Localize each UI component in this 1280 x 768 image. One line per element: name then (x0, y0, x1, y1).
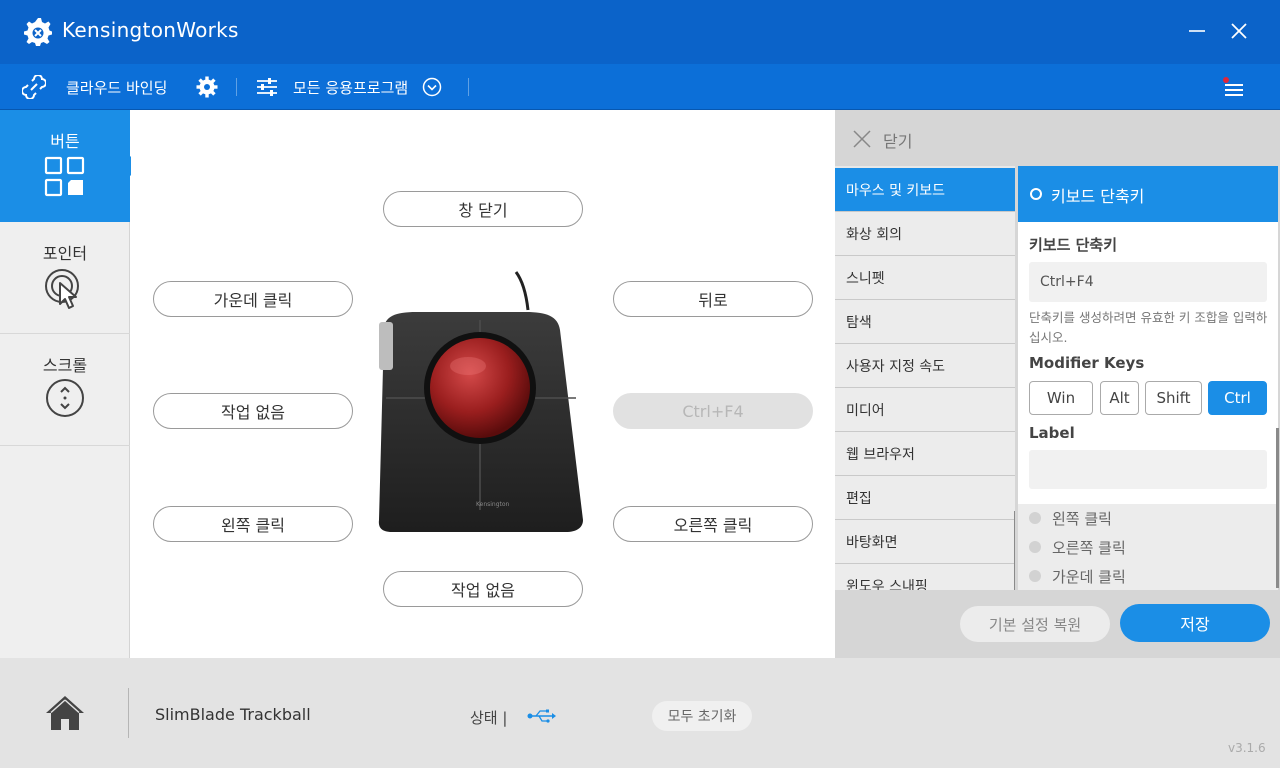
category-snippets[interactable]: 스니펫 (835, 256, 1015, 300)
shortcut-input[interactable] (1029, 262, 1267, 302)
category-list: 마우스 및 키보드 화상 회의 스니펫 탐색 사용자 지정 속도 미디어 웹 브… (835, 166, 1015, 590)
reset-all-button[interactable]: 모두 초기화 (652, 701, 752, 731)
trackball-image: Kensington (378, 271, 583, 532)
grid-icon (44, 156, 85, 197)
option-left-click[interactable]: 왼쪽 클릭 (1029, 507, 1112, 529)
scroll-updown-icon (46, 379, 84, 417)
category-navigation[interactable]: 탐색 (835, 300, 1015, 344)
radio-icon (1029, 541, 1041, 553)
menu-icon[interactable] (1222, 76, 1246, 98)
sliders-icon (257, 78, 277, 96)
radio-icon (1029, 512, 1041, 524)
button-middle-click[interactable]: 가운데 클릭 (153, 281, 353, 317)
close-icon (853, 130, 871, 148)
button-bottom-no-action[interactable]: 작업 없음 (383, 571, 583, 607)
all-apps-label: 모든 응용프로그램 (293, 78, 409, 97)
option-label: 왼쪽 클릭 (1052, 509, 1112, 528)
panel-close-label: 닫기 (883, 132, 913, 151)
category-mouse-keyboard[interactable]: 마우스 및 키보드 (835, 168, 1015, 212)
modifier-win-button[interactable]: Win (1029, 381, 1093, 415)
detail-scrollbar[interactable] (1276, 428, 1279, 588)
save-button[interactable]: 저장 (1120, 604, 1270, 642)
keyboard-shortcut-option[interactable]: 키보드 단축키 (1018, 166, 1278, 222)
brand-lettering: Kensington (476, 501, 510, 508)
action-panel: 닫기 마우스 및 키보드 화상 회의 스니펫 탐색 사용자 지정 속도 미디어 … (835, 110, 1280, 658)
mouse-options: 왼쪽 클릭 오른쪽 클릭 가운데 클릭 (1018, 504, 1278, 590)
button-top-close-window[interactable]: 창 닫기 (383, 191, 583, 227)
chevron-down-circle-icon (422, 77, 442, 97)
cloud-binding-button[interactable]: 클라우드 바인딩 (22, 64, 167, 110)
category-custom-speed[interactable]: 사용자 지정 속도 (835, 344, 1015, 388)
cursor-click-icon (45, 269, 79, 309)
status-label: 상태 | (470, 709, 508, 727)
version-label: v3.1.6 (1228, 741, 1266, 755)
title-bar: KensingtonWorks (0, 0, 1280, 64)
label-title: Label (1029, 424, 1075, 442)
restore-defaults-button[interactable]: 기본 설정 복원 (960, 606, 1110, 642)
link-icon (22, 75, 46, 99)
category-web-browser[interactable]: 웹 브라우저 (835, 432, 1015, 476)
button-left-no-action[interactable]: 작업 없음 (153, 393, 353, 429)
footer: SlimBlade Trackball 상태 | 모두 초기화 v3.1.6 (0, 658, 1280, 768)
button-back[interactable]: 뒤로 (613, 281, 813, 317)
toolbar-divider (468, 78, 469, 96)
category-media[interactable]: 미디어 (835, 388, 1015, 432)
all-apps-dropdown[interactable]: 모든 응용프로그램 (255, 64, 442, 110)
detail-header-label: 키보드 단축키 (1051, 187, 1145, 206)
panel-close-button[interactable]: 닫기 (835, 110, 1280, 166)
close-window-icon[interactable] (1224, 16, 1254, 46)
shortcut-section-title: 키보드 단축키 (1029, 236, 1118, 254)
option-label: 오른쪽 클릭 (1052, 538, 1126, 557)
button-ctrl-f4[interactable]: Ctrl+F4 (613, 393, 813, 429)
toolbar-divider (236, 78, 237, 96)
category-scrollbar[interactable] (1014, 511, 1015, 590)
category-desktop[interactable]: 바탕화면 (835, 520, 1015, 564)
sidebar-item-buttons[interactable]: 버튼 (0, 110, 130, 222)
toolbar: 클라우드 바인딩 모든 응용프로그램 (0, 64, 1280, 110)
modifier-alt-button[interactable]: Alt (1100, 381, 1139, 415)
minimize-icon[interactable] (1182, 16, 1212, 46)
button-mapping-area: 창 닫기 가운데 클릭 뒤로 작업 없음 Ctrl+F4 왼쪽 클릭 오른쪽 클… (131, 110, 835, 658)
modifier-keys-title: Modifier Keys (1029, 354, 1145, 372)
sidebar-item-scroll[interactable]: 스크롤 (0, 334, 130, 446)
usb-icon (527, 709, 556, 723)
action-detail: 키보드 단축키 키보드 단축키 단축키를 생성하려면 유효한 키 조합을 입력하… (1018, 166, 1278, 590)
sidebar: 버튼 포인터 스크롤 (0, 110, 141, 658)
radio-icon (1030, 188, 1042, 200)
modifier-shift-button[interactable]: Shift (1145, 381, 1202, 415)
radio-icon (1029, 570, 1041, 582)
shortcut-hint: 단축키를 생성하려면 유효한 키 조합을 입력하십시오. (1029, 310, 1268, 345)
cloud-binding-label: 클라우드 바인딩 (66, 78, 168, 97)
option-middle-click[interactable]: 가운데 클릭 (1029, 565, 1126, 587)
footer-divider (128, 688, 129, 738)
option-right-click[interactable]: 오른쪽 클릭 (1029, 536, 1126, 558)
modifier-ctrl-button[interactable]: Ctrl (1208, 381, 1267, 415)
button-left-click[interactable]: 왼쪽 클릭 (153, 506, 353, 542)
gear-logo-icon (24, 18, 52, 46)
sidebar-item-pointer[interactable]: 포인터 (0, 222, 130, 334)
category-window-snapping[interactable]: 윈도우 스내핑 (835, 564, 1015, 590)
home-icon[interactable] (44, 694, 86, 732)
button-right-click[interactable]: 오른쪽 클릭 (613, 506, 813, 542)
app-title: KensingtonWorks (62, 18, 239, 42)
category-video-conference[interactable]: 화상 회의 (835, 212, 1015, 256)
sidebar-item-label: 포인터 (42, 244, 88, 263)
settings-gear-icon[interactable] (196, 76, 218, 98)
option-label: 가운데 클릭 (1052, 567, 1126, 586)
category-edit[interactable]: 편집 (835, 476, 1015, 520)
sidebar-item-label: 버튼 (50, 132, 80, 151)
sidebar-item-label: 스크롤 (42, 356, 88, 375)
device-name: SlimBlade Trackball (155, 705, 311, 724)
label-input[interactable] (1029, 450, 1267, 489)
